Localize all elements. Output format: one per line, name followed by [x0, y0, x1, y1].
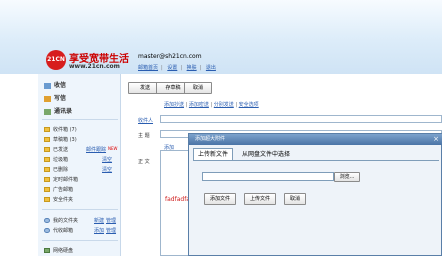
compose-options: 添加抄送 | 添加密送 | 分别发送 | 安全选项: [164, 102, 259, 108]
logo: 21CN: [46, 50, 66, 70]
folder-deleted[interactable]: 已删除 清空: [44, 166, 112, 173]
upload-button[interactable]: 上传文件: [244, 193, 276, 205]
divider: [42, 240, 118, 241]
contacts-button[interactable]: 通讯录: [44, 106, 72, 115]
close-icon[interactable]: ×: [432, 135, 440, 143]
folder-icon: [44, 187, 50, 192]
folder-icon: [44, 167, 50, 172]
account-email: master@sh21cn.com: [138, 53, 202, 60]
new-folder-link[interactable]: 新建: [94, 217, 104, 224]
file-path-input[interactable]: [202, 172, 334, 181]
folder-inbox[interactable]: 收件箱 (7): [44, 126, 77, 133]
folder-icon: [44, 157, 50, 162]
dialog-titlebar[interactable]: 添加超大附件 ×: [189, 134, 442, 145]
gear-icon: [44, 228, 50, 233]
body-label: 正 文: [138, 159, 150, 165]
netdisk[interactable]: 网络硬盘: [44, 247, 73, 254]
add-agent-link[interactable]: 添加: [94, 227, 104, 234]
skin-link[interactable]: 换肤: [187, 65, 197, 71]
add-bcc-link[interactable]: 添加密送: [189, 102, 209, 108]
add-cc-link[interactable]: 添加抄送: [164, 102, 184, 108]
account-links: 邮箱首页 | 设置 | 换肤 | 退出: [138, 65, 216, 71]
agent-mail[interactable]: 代收邮箱 添加 管理: [44, 227, 116, 234]
mail-home-link[interactable]: 邮箱首页: [138, 65, 158, 71]
divider: [42, 119, 118, 120]
dialog-title: 添加超大附件: [195, 136, 226, 142]
browse-button[interactable]: 浏览...: [334, 172, 360, 182]
dialog-cancel-button[interactable]: 取消: [284, 193, 306, 205]
inbox-button[interactable]: 收信: [44, 80, 66, 89]
cancel-button[interactable]: 取消: [184, 82, 212, 94]
sidebar: 收信 写信 通讯录 收件箱 (7) 草稿箱 (3) 已发送 邮件跟踪 NEW 垃…: [38, 74, 121, 256]
pencil-icon: [44, 95, 51, 102]
divider: [42, 209, 118, 210]
manage-agent-link[interactable]: 管理: [106, 227, 116, 234]
gear-icon: [44, 218, 50, 223]
brand-domain: www.21cn.com: [69, 63, 120, 70]
to-field[interactable]: [160, 115, 442, 123]
folder-drafts[interactable]: 草稿箱 (3): [44, 136, 77, 143]
new-badge: NEW: [108, 146, 118, 151]
empty-junk-link[interactable]: 清空: [102, 156, 112, 163]
folder-icon: [44, 197, 50, 202]
my-folders[interactable]: 我的文件夹 新建 管理: [44, 217, 116, 224]
empty-deleted-link[interactable]: 清空: [102, 166, 112, 173]
security-options-link[interactable]: 安全选项: [239, 102, 259, 108]
add-file-button[interactable]: 添加文件: [204, 193, 236, 205]
send-separately-link[interactable]: 分别发送: [214, 102, 234, 108]
folder-icon: [44, 137, 50, 142]
settings-link[interactable]: 设置: [167, 65, 177, 71]
folder-junk[interactable]: 垃圾箱 清空: [44, 156, 112, 163]
disk-icon: [44, 248, 50, 253]
inbox-icon: [44, 82, 51, 89]
write-button[interactable]: 写信: [44, 93, 66, 102]
folder-ads[interactable]: 广告邮箱: [44, 186, 73, 193]
folder-scheduled[interactable]: 定时邮件箱: [44, 176, 78, 183]
mail-tracking-link[interactable]: 邮件跟踪: [86, 146, 106, 153]
folder-secure[interactable]: 安全件夹: [44, 196, 73, 203]
folder-icon: [44, 177, 50, 182]
folder-icon: [44, 147, 50, 152]
logout-link[interactable]: 退出: [206, 65, 216, 71]
to-label[interactable]: 收件人: [138, 117, 153, 124]
contacts-icon: [44, 108, 51, 115]
folder-sent[interactable]: 已发送 邮件跟踪 NEW: [44, 146, 117, 153]
manage-folders-link[interactable]: 管理: [106, 217, 116, 224]
top-header: [0, 0, 442, 74]
folder-icon: [44, 127, 50, 132]
subject-label: 主 题: [138, 133, 150, 139]
